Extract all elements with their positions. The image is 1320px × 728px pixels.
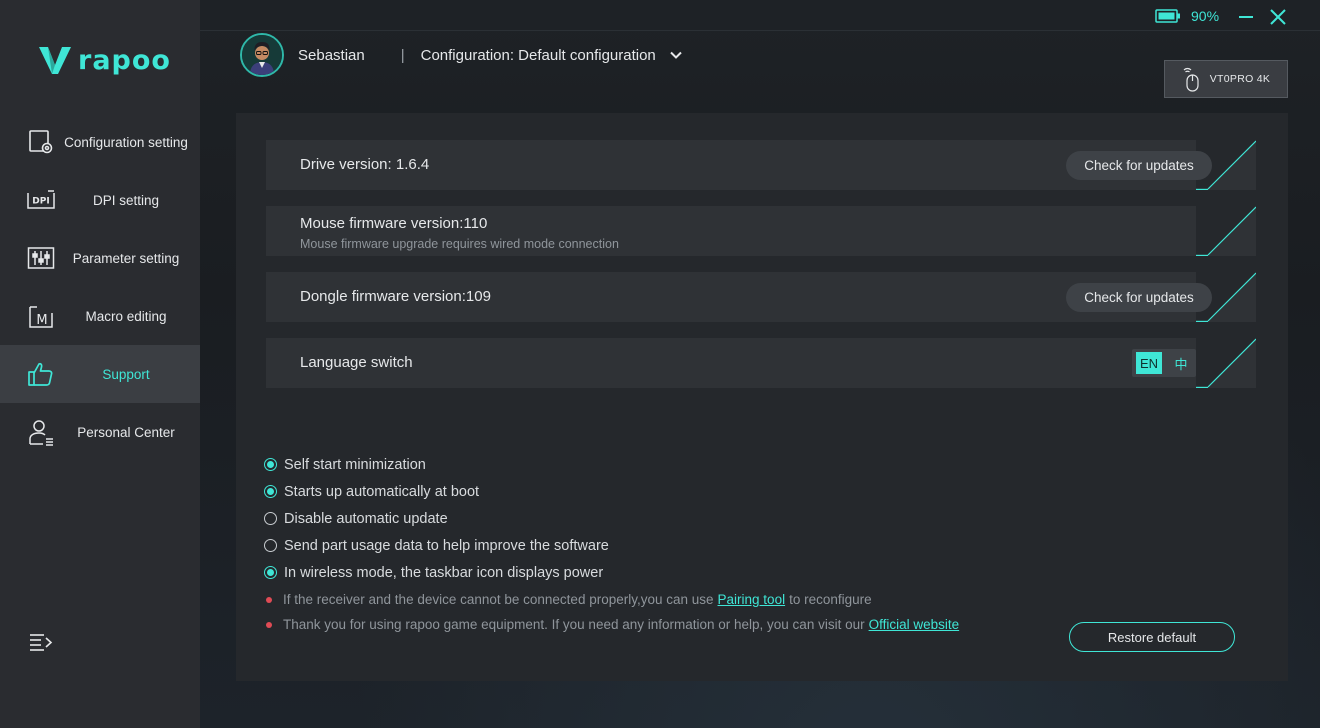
pairing-note: If the receiver and the device cannot be… bbox=[266, 587, 963, 612]
sidebar-item-support[interactable]: Support bbox=[0, 345, 200, 403]
battery-percentage: 90% bbox=[1191, 8, 1220, 24]
radio-checked[interactable] bbox=[264, 485, 277, 498]
configuration-icon bbox=[26, 128, 56, 156]
close-button[interactable] bbox=[1268, 7, 1288, 27]
sidebar-item-label: Support bbox=[102, 366, 150, 382]
sidebar-item-label: Personal Center bbox=[77, 424, 175, 440]
battery-icon bbox=[1155, 9, 1180, 23]
sidebar-item-personal-center[interactable]: Personal Center bbox=[0, 403, 200, 461]
minimize-button[interactable] bbox=[1236, 7, 1256, 27]
drive-version-row: Drive version: 1.6.4 Check for updates bbox=[266, 140, 1256, 190]
svg-text:DPI: DPI bbox=[32, 197, 49, 207]
pairing-note-text: If the receiver and the device cannot be… bbox=[283, 592, 714, 607]
title-bar-divider bbox=[200, 30, 1320, 31]
device-select-button[interactable]: VT0PRO 4K bbox=[1164, 60, 1288, 98]
battery-indicator: 90% bbox=[1155, 8, 1219, 24]
rapoo-v-logo-icon bbox=[39, 47, 71, 74]
drive-check-updates-button[interactable]: Check for updates bbox=[1066, 151, 1212, 180]
rapoo-logo: rapoo bbox=[38, 44, 171, 76]
website-note-text: Thank you for using rapoo game equipment… bbox=[283, 617, 865, 632]
row-corner-decoration bbox=[1196, 338, 1256, 388]
option-label: Send part usage data to help improve the… bbox=[284, 537, 609, 554]
bullet-dot bbox=[266, 621, 272, 628]
main-area: 90% Sebastian | Configuration: Default c… bbox=[200, 0, 1320, 728]
official-website-link[interactable]: Official website bbox=[869, 617, 960, 632]
header-separator: | bbox=[400, 46, 405, 64]
support-panel: Drive version: 1.6.4 Check for updates M… bbox=[236, 113, 1288, 681]
wireless-mouse-icon bbox=[1183, 67, 1199, 92]
mouse-firmware-row: Mouse firmware version:110 Mouse firmwar… bbox=[266, 206, 1256, 256]
radio-unchecked[interactable] bbox=[264, 512, 277, 525]
option-label: In wireless mode, the taskbar icon displ… bbox=[284, 564, 604, 581]
radio-unchecked[interactable] bbox=[264, 539, 277, 552]
mouse-firmware-note: Mouse firmware upgrade requires wired mo… bbox=[300, 237, 619, 251]
svg-text:M: M bbox=[36, 313, 47, 328]
website-note: Thank you for using rapoo game equipment… bbox=[266, 612, 963, 637]
sidebar-item-parameter-setting[interactable]: Parameter setting bbox=[0, 229, 200, 287]
language-option-en[interactable]: EN bbox=[1136, 352, 1162, 374]
menu-collapse-icon bbox=[30, 634, 53, 651]
avatar-icon bbox=[242, 35, 282, 75]
configuration-label[interactable]: Configuration: Default configuration bbox=[421, 47, 656, 64]
username: Sebastian bbox=[298, 46, 365, 64]
option-self-start-minimization[interactable]: Self start minimization bbox=[264, 451, 609, 478]
close-icon bbox=[1270, 9, 1286, 25]
thumbs-up-icon bbox=[26, 360, 56, 388]
option-send-usage-data[interactable]: Send part usage data to help improve the… bbox=[264, 532, 609, 559]
pairing-tool-link[interactable]: Pairing tool bbox=[718, 592, 786, 607]
restore-default-button[interactable]: Restore default bbox=[1069, 622, 1235, 652]
sidebar-item-label: Parameter setting bbox=[72, 250, 180, 266]
option-label: Self start minimization bbox=[284, 456, 426, 473]
option-taskbar-power-icon[interactable]: In wireless mode, the taskbar icon displ… bbox=[264, 559, 609, 586]
sliders-icon bbox=[26, 244, 56, 272]
option-start-at-boot[interactable]: Starts up automatically at boot bbox=[264, 478, 609, 505]
radio-checked[interactable] bbox=[264, 458, 277, 471]
sidebar-item-configuration-setting[interactable]: Configuration setting bbox=[0, 113, 200, 171]
drive-version-label: Drive version: 1.6.4 bbox=[300, 156, 430, 173]
device-label: VT0PRO 4K bbox=[1209, 73, 1271, 85]
user-icon bbox=[26, 418, 56, 446]
sidebar: rapoo Configuration setting DPI DPI sett… bbox=[0, 0, 200, 728]
sidebar-nav: Configuration setting DPI DPI setting Pa… bbox=[0, 113, 200, 461]
sidebar-item-label: DPI setting bbox=[92, 192, 160, 208]
pairing-note-suffix: to reconfigure bbox=[789, 592, 872, 607]
option-disable-auto-update[interactable]: Disable automatic update bbox=[264, 505, 609, 532]
row-corner-decoration bbox=[1196, 206, 1256, 256]
dpi-icon: DPI bbox=[26, 186, 56, 214]
language-toggle: EN 中 bbox=[1132, 349, 1196, 377]
option-label: Disable automatic update bbox=[284, 510, 448, 527]
macro-icon: M bbox=[26, 302, 56, 330]
menu-collapse-button[interactable] bbox=[28, 632, 54, 654]
dongle-firmware-row: Dongle firmware version:109 Check for up… bbox=[266, 272, 1256, 322]
minimize-icon bbox=[1239, 16, 1253, 18]
options-list: Self start minimization Starts up automa… bbox=[264, 451, 609, 586]
avatar[interactable] bbox=[240, 33, 284, 77]
mouse-firmware-label: Mouse firmware version:110 bbox=[300, 215, 488, 232]
dongle-check-updates-button[interactable]: Check for updates bbox=[1066, 283, 1212, 312]
chevron-down-icon[interactable] bbox=[668, 47, 684, 63]
logo-text: rapoo bbox=[78, 44, 171, 76]
language-option-zh[interactable]: 中 bbox=[1168, 352, 1194, 374]
language-switch-label: Language switch bbox=[300, 354, 413, 371]
sidebar-item-label: Configuration setting bbox=[64, 134, 188, 150]
sidebar-item-label: Macro editing bbox=[85, 308, 167, 324]
user-config-bar: Sebastian | Configuration: Default confi… bbox=[240, 33, 684, 77]
radio-checked[interactable] bbox=[264, 566, 277, 579]
dongle-firmware-label: Dongle firmware version:109 bbox=[300, 288, 491, 305]
option-label: Starts up automatically at boot bbox=[284, 483, 480, 500]
sidebar-item-dpi-setting[interactable]: DPI DPI setting bbox=[0, 171, 200, 229]
support-notes: If the receiver and the device cannot be… bbox=[266, 587, 963, 637]
bullet-dot bbox=[266, 596, 272, 603]
sidebar-item-macro-editing[interactable]: M Macro editing bbox=[0, 287, 200, 345]
language-switch-row: Language switch EN 中 bbox=[266, 338, 1256, 388]
